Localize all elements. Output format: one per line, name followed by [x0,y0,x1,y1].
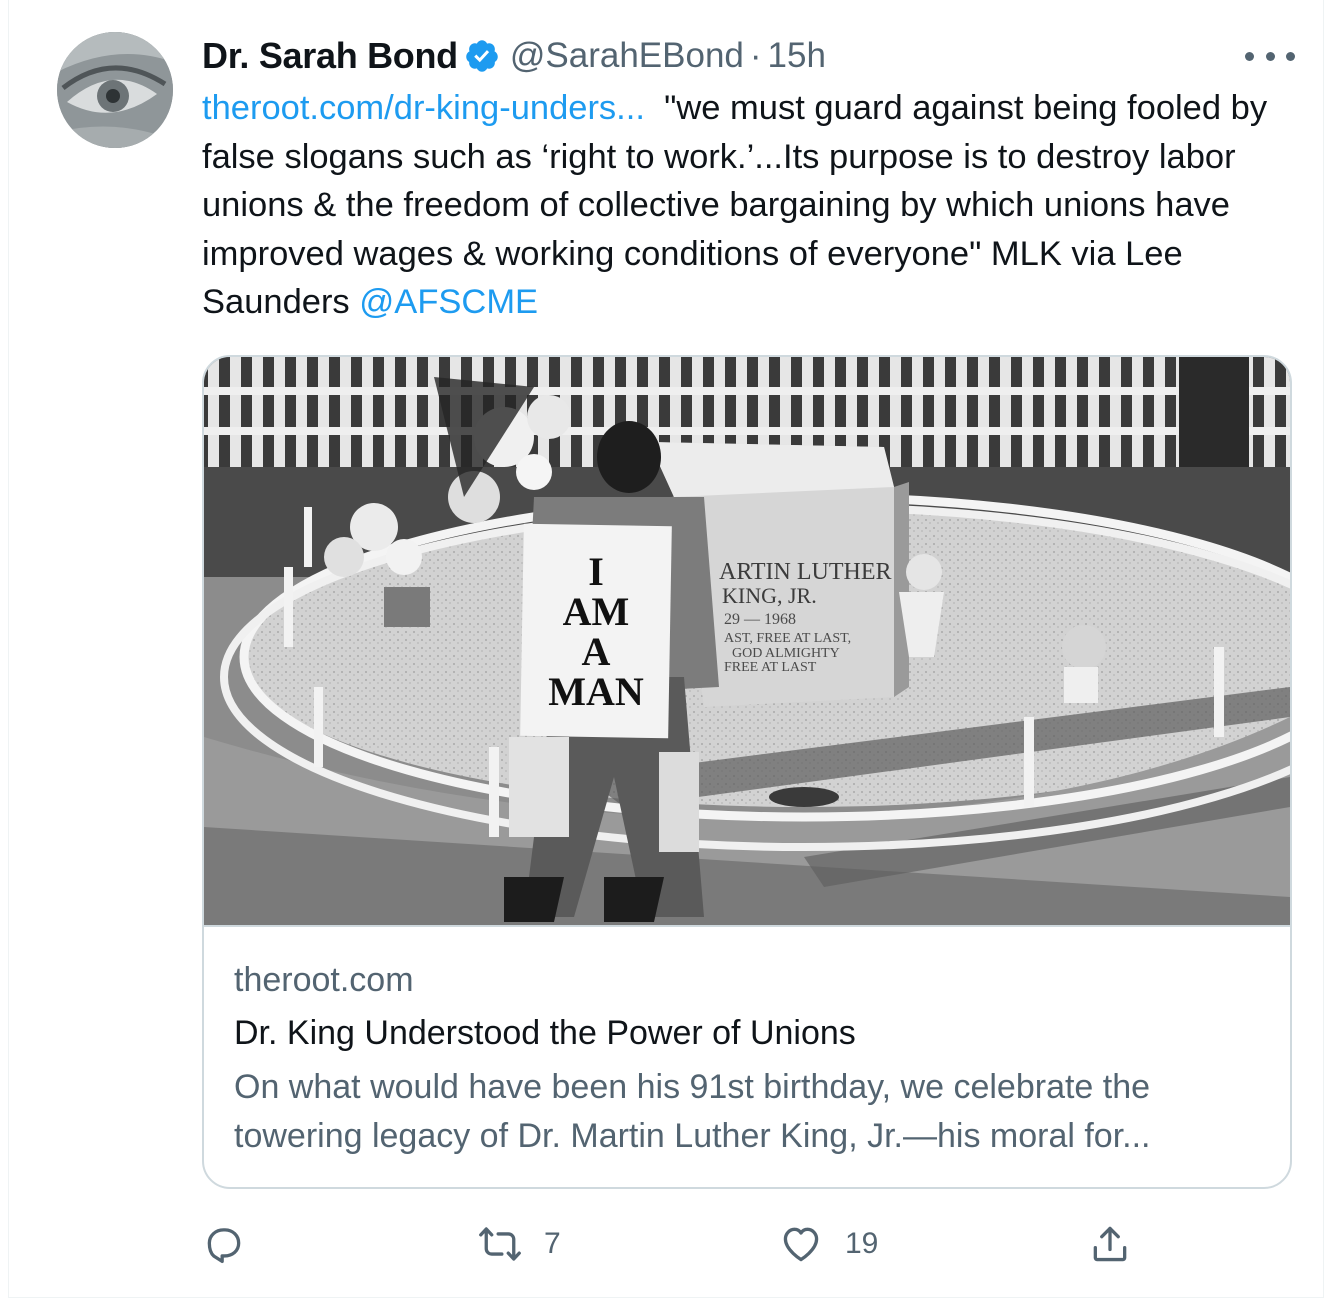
sign-text-line-2: AM [563,589,630,634]
share-icon [1093,1226,1127,1262]
link-preview-card[interactable]: ARTIN LUTHER KING, JR. 29 — 1968 AST, FR… [202,355,1292,1189]
verified-badge-icon [466,40,498,72]
header-separator: · [749,36,762,75]
sign-text-line-4: MAN [548,669,644,714]
author-display-name[interactable]: Dr. Sarah Bond [202,35,458,77]
retweet-icon [479,1227,521,1261]
retweet-count: 7 [544,1227,561,1260]
tweet-link[interactable]: theroot.com/dr-king-unders... [202,89,645,127]
sign-text-line-1: I [588,549,604,594]
svg-text:GOD ALMIGHTY: GOD ALMIGHTY [732,646,840,661]
retweet-button[interactable]: 7 [478,1216,561,1272]
svg-text:AST, FREE AT LAST,: AST, FREE AT LAST, [724,631,851,646]
like-button[interactable]: 19 [779,1216,878,1272]
mention-link[interactable]: @AFSCME [359,283,538,321]
author-handle[interactable]: @SarahEBond [510,36,744,76]
sign-text-line-3: A [582,629,611,674]
svg-text:ARTIN LUTHER: ARTIN LUTHER [719,559,892,585]
tweet-actions: 7 19 [202,1216,1302,1276]
svg-text:KING, JR.: KING, JR. [722,583,817,608]
avatar[interactable] [57,32,173,148]
card-title: Dr. King Understood the Power of Unions [234,1014,856,1052]
reply-button[interactable] [202,1216,246,1272]
tweet-text: theroot.com/dr-king-unders... "we must g… [202,84,1302,327]
tweet-timestamp[interactable]: 15h [768,36,826,76]
heart-icon [783,1227,819,1262]
more-options-icon[interactable] [1245,46,1295,66]
card-domain: theroot.com [234,961,414,999]
avatar-image [57,32,173,148]
card-description: On what would have been his 91st birthda… [234,1068,1151,1155]
like-count: 19 [845,1227,879,1260]
card-image[interactable]: ARTIN LUTHER KING, JR. 29 — 1968 AST, FR… [204,357,1290,927]
reply-icon [207,1228,241,1264]
tweet-container[interactable]: Dr. Sarah Bond @SarahEBond · 15h theroot… [8,0,1324,1298]
share-button[interactable] [1088,1216,1132,1272]
svg-text:FREE AT LAST: FREE AT LAST [724,660,817,675]
tweet-header: Dr. Sarah Bond @SarahEBond · 15h [202,34,826,78]
svg-text:29 — 1968: 29 — 1968 [724,611,796,628]
